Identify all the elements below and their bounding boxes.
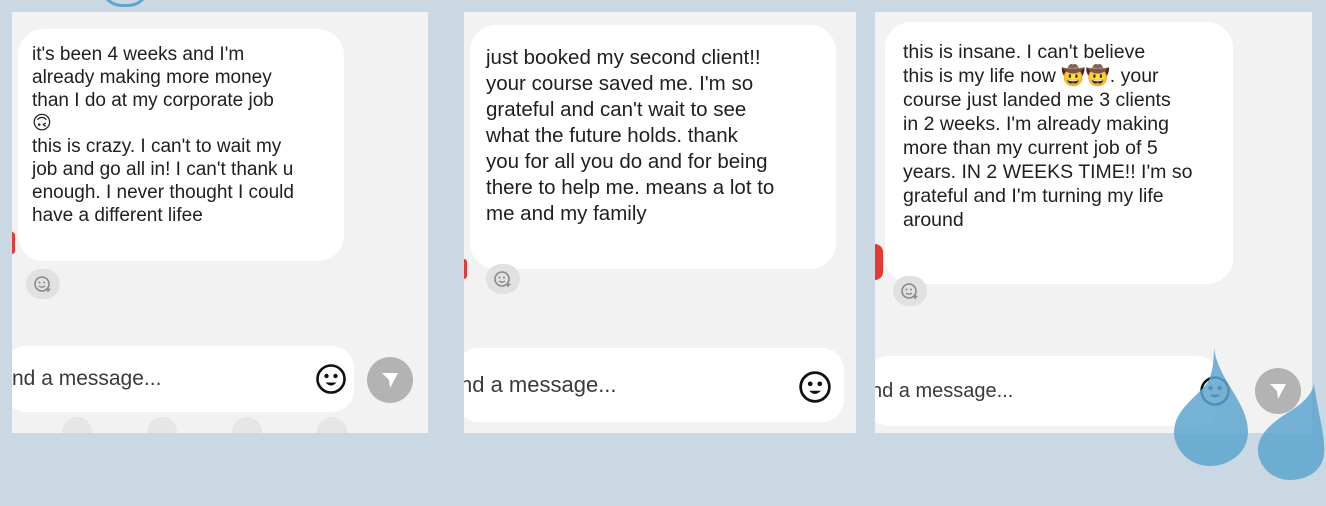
send-button[interactable] (367, 357, 413, 403)
add-reaction-icon[interactable] (893, 276, 927, 306)
message-text: it's been 4 weeks and I'm already making… (32, 44, 294, 226)
message-bubble: just booked my second client!! your cour… (470, 25, 836, 269)
message-bubble: this is insane. I can't believe this is … (885, 22, 1233, 284)
message-text: this is insane. I can't believe this is … (903, 41, 1193, 231)
chat-screenshot-1: it's been 4 weeks and I'm already making… (12, 12, 428, 433)
cropped-button (317, 417, 347, 433)
add-reaction-icon[interactable] (26, 269, 60, 299)
add-reaction-icon[interactable] (486, 264, 520, 294)
cropped-button (147, 417, 177, 433)
message-input[interactable]: nd a message... (464, 348, 844, 422)
message-input-placeholder: nd a message... (875, 379, 1014, 402)
message-input-placeholder: nd a message... (464, 372, 617, 397)
message-bubble: it's been 4 weeks and I'm already making… (18, 29, 344, 261)
chat-screenshot-2: just booked my second client!! your cour… (464, 12, 856, 433)
cropped-button (62, 417, 92, 433)
cropped-button (232, 417, 262, 433)
emoji-icon[interactable] (798, 370, 832, 409)
message-input-placeholder: nd a message... (12, 367, 162, 390)
emoji-icon[interactable] (315, 363, 347, 400)
cropped-badge (464, 259, 467, 279)
cropped-badge (875, 244, 883, 280)
message-input[interactable]: nd a message... (12, 346, 354, 412)
decorative-arc (100, 0, 150, 7)
cropped-badge (12, 232, 15, 254)
decorative-drops (1174, 348, 1325, 480)
message-text: just booked my second client!! your cour… (486, 46, 775, 225)
send-icon (382, 373, 398, 388)
